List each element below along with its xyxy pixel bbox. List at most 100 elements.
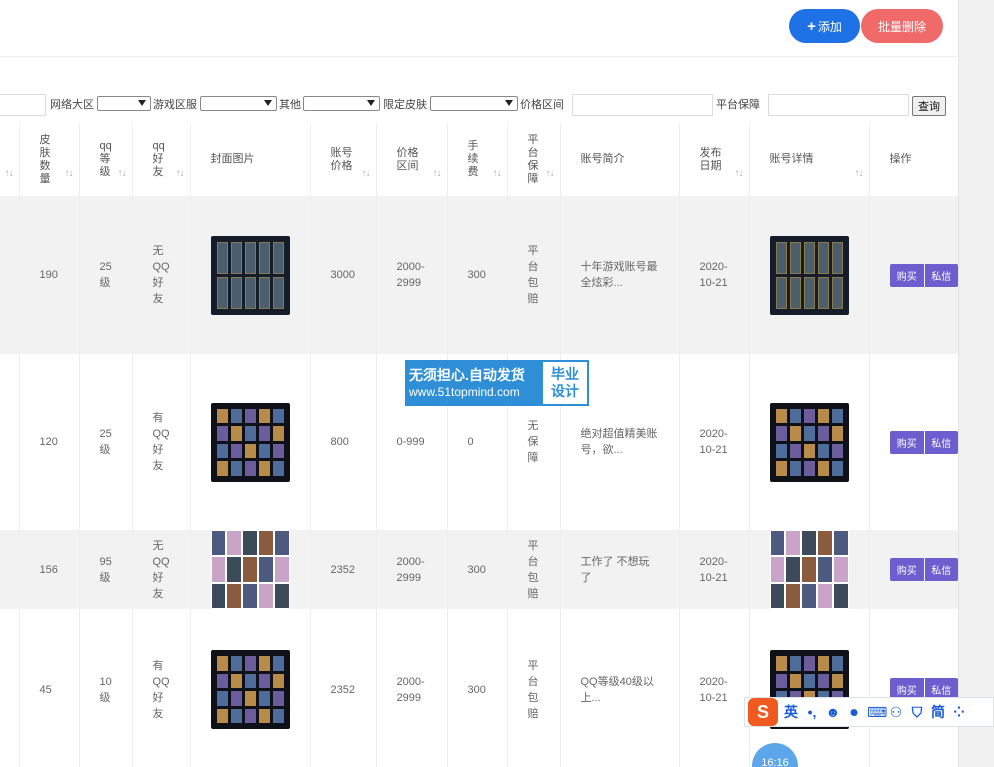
language-toggle[interactable]: 英 [783,702,799,722]
sogou-logo-icon[interactable]: S [748,698,778,726]
watermark-banner: 无须担心.自动发货 www.51topmind.com 毕业 设计 [405,360,589,406]
sort-icon[interactable]: ↑↓ [855,168,864,179]
sort-icon[interactable]: ↑↓ [118,168,127,179]
cover-image[interactable] [210,402,290,482]
cell-ops: 购买 私信 [869,609,959,767]
table-row: 156 95级 无QQ好友 2352 2000-2999 300 平台包赔 工作… [0,530,959,609]
cell-level: 25级 [79,354,133,530]
keyboard-icon[interactable]: ⌨ [867,704,887,721]
filter-bar: 网络大区 游戏区服 其他 限定皮肤 价格区间 平台保障 [0,92,958,118]
buy-button[interactable]: 购买 [889,263,924,287]
sort-icon[interactable]: ↑↓ [735,168,744,179]
keyword-input[interactable] [0,94,46,116]
guarantee-label: 平台保障 [716,99,760,111]
zone-select[interactable] [200,96,277,111]
cell-cover [190,354,311,530]
cell-skins: 190 [19,196,80,354]
detail-image[interactable] [769,402,849,482]
cell-date: 2020-10-21 [679,354,750,530]
cell-skins: 45 [19,609,80,767]
simplified-toggle[interactable]: 简 [930,702,946,722]
skin-select[interactable] [430,96,518,111]
cell-prev [0,609,20,767]
message-button[interactable]: 私信 [924,263,958,287]
th-skin-count[interactable]: 皮肤数量 ↑↓ [19,123,80,196]
cell-ops: 购买 私信 [869,530,959,609]
th-detail[interactable]: 账号详情 ↑↓ [749,123,870,196]
th-price-range[interactable]: 价格区间 ↑↓ [376,123,448,196]
microphone-icon[interactable]: ⏺ [846,704,862,721]
price-label: 价格区间 [520,99,564,111]
cover-image[interactable] [210,235,290,315]
cell-level: 10级 [79,609,133,767]
cell-fee: 300 [447,530,508,609]
grid-menu-icon[interactable]: ⁘ [951,704,967,721]
buy-button[interactable]: 购买 [889,558,924,581]
th-intro: 账号简介 [560,123,680,196]
emoji-icon[interactable]: ☻ [825,704,841,720]
skin-shirt-icon[interactable]: ⛉ [909,704,925,721]
cell-level: 25级 [79,196,133,354]
network-label: 网络大区 [50,99,94,111]
sort-icon[interactable]: ↑↓ [176,168,185,179]
network-select[interactable] [97,96,151,111]
sort-icon[interactable]: ↑↓ [5,168,14,179]
th-qq-friend[interactable]: qq好友 ↑↓ [132,123,191,196]
detail-image[interactable] [769,530,849,609]
query-button[interactable]: 查询 [912,96,946,116]
message-button[interactable]: 私信 [924,430,958,454]
cell-price: 800 [310,354,377,530]
cell-fee: 300 [447,609,508,767]
cell-intro: QQ等级40级以上... [560,609,680,767]
th-date[interactable]: 发布日期 ↑↓ [679,123,750,196]
cell-range: 2000-2999 [376,609,448,767]
cell-friend: 无QQ好友 [132,530,191,609]
th-fee[interactable]: 手续费 ↑↓ [447,123,508,196]
cell-friend: 有QQ好友 [132,609,191,767]
cell-level: 95级 [79,530,133,609]
batch-delete-button[interactable]: 批量删除 [861,9,943,43]
other-select[interactable] [303,96,380,111]
th-prev[interactable]: ↑↓ [0,123,20,196]
cell-price: 2352 [310,530,377,609]
cell-cover [190,196,311,354]
other-label: 其他 [279,99,301,111]
cell-guarantee: 平台包赔 [507,609,561,767]
cell-ops: 购买 私信 [869,196,959,354]
cell-detail [749,354,870,530]
page-scrollbar[interactable] [958,0,994,767]
sort-icon[interactable]: ↑↓ [362,168,371,179]
watermark-text: 无须担心.自动发货 www.51topmind.com [405,360,541,406]
cell-detail [749,196,870,354]
cover-image[interactable] [210,650,290,729]
punctuation-icon[interactable]: •, [804,704,820,720]
cell-prev [0,196,20,354]
cell-intro: 十年游戏账号最全炫彩... [560,196,680,354]
cell-friend: 有QQ好友 [132,354,191,530]
cell-date: 2020-10-21 [679,530,750,609]
sort-icon[interactable]: ↑↓ [546,168,555,179]
th-guarantee[interactable]: 平台保障 ↑↓ [507,123,561,196]
detail-image[interactable] [769,235,849,315]
user-icon[interactable]: ⚇ [888,704,904,721]
sort-icon[interactable]: ↑↓ [433,168,442,179]
sort-icon[interactable]: ↑↓ [493,168,502,179]
th-cover: 封面图片 [190,123,311,196]
message-button[interactable]: 私信 [924,558,958,581]
cell-skins: 120 [19,354,80,530]
guarantee-input[interactable] [768,94,909,116]
th-price[interactable]: 账号价格 ↑↓ [310,123,377,196]
cell-range: 2000-2999 [376,530,448,609]
add-button[interactable]: + 添加 [789,9,860,43]
cover-image[interactable] [210,530,290,609]
table-header-row: ↑↓ 皮肤数量 ↑↓ qq等级 ↑↓ qq好友 ↑↓ 封面图片 账号价格 ↑↓ 价格区间… [0,123,959,196]
cell-skins: 156 [19,530,80,609]
th-qq-level[interactable]: qq等级 ↑↓ [79,123,133,196]
zone-label: 游戏区服 [153,99,197,111]
account-table: ↑↓ 皮肤数量 ↑↓ qq等级 ↑↓ qq好友 ↑↓ 封面图片 账号价格 ↑↓ 价格区间… [0,123,959,767]
price-input[interactable] [572,94,713,116]
add-button-label: 添加 [817,19,842,34]
sort-icon[interactable]: ↑↓ [65,168,74,179]
cell-date: 2020-10-21 [679,609,750,767]
buy-button[interactable]: 购买 [889,430,924,454]
